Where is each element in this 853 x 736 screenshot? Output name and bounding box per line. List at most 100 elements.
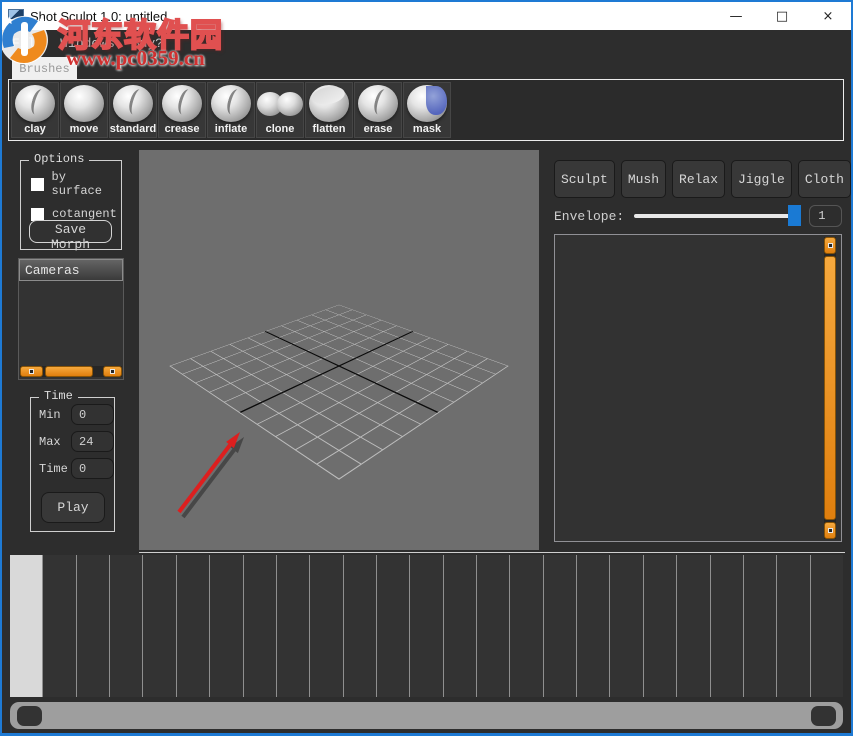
viewport-3d[interactable] xyxy=(139,150,539,550)
checkbox-cotangent[interactable] xyxy=(31,208,44,221)
timeline-scroll-left-button[interactable] xyxy=(17,706,42,726)
brushes-toolbar: clay movestandardcrease inflate clone flatte… xyxy=(8,79,844,141)
timeline-frame-18[interactable] xyxy=(610,555,643,697)
envelope-row: Envelope: 1 xyxy=(554,204,842,228)
timeline-frame-17[interactable] xyxy=(577,555,610,697)
relax-button[interactable]: Relax xyxy=(672,160,725,198)
time-field[interactable]: 0 xyxy=(71,458,114,479)
timeline-frame-12[interactable] xyxy=(410,555,443,697)
menu-item-file[interactable]: File xyxy=(12,36,43,51)
jiggle-button[interactable]: Jiggle xyxy=(731,160,792,198)
time-group: Time Min0Max24Time0 Play xyxy=(30,397,115,532)
max-field[interactable]: 24 xyxy=(71,431,114,452)
timeline-frame-24[interactable] xyxy=(811,555,843,697)
menu-item-windows[interactable]: Windows xyxy=(60,36,115,51)
timeline-frame-19[interactable] xyxy=(644,555,677,697)
brush-label: inflate xyxy=(215,123,247,135)
brush-erase-button[interactable]: erase xyxy=(354,82,402,138)
timeline-divider xyxy=(139,552,845,553)
listbox-scroll-down-button[interactable] xyxy=(824,522,836,539)
brush-clay-button[interactable]: clay xyxy=(11,82,59,138)
erase-brush-icon xyxy=(358,85,398,122)
tab-brushes[interactable]: Brushes xyxy=(12,57,77,81)
listbox-scroll-thumb[interactable] xyxy=(824,256,836,520)
timeline-frame-3[interactable] xyxy=(110,555,143,697)
timeline-frame-13[interactable] xyxy=(444,555,477,697)
cameras-scroll-track[interactable] xyxy=(95,366,101,377)
timeline-frame-5[interactable] xyxy=(177,555,210,697)
timeline-frame-22[interactable] xyxy=(744,555,777,697)
timeline-frame-10[interactable] xyxy=(344,555,377,697)
close-button[interactable]: × xyxy=(805,2,851,30)
timeline-frame-23[interactable] xyxy=(777,555,810,697)
time-row-time: Time 0 xyxy=(39,458,114,479)
timeline-scroll-right-button[interactable] xyxy=(811,706,836,726)
timeline-frame-9[interactable] xyxy=(310,555,343,697)
sculpt-button[interactable]: Sculpt xyxy=(554,160,615,198)
cameras-list[interactable] xyxy=(19,281,123,366)
checkbox-label: by surface xyxy=(52,170,121,198)
brush-label: clay xyxy=(24,123,45,135)
timeline-frame-1[interactable] xyxy=(43,555,76,697)
brush-flatten-button[interactable]: flatten xyxy=(305,82,353,138)
timeline-frame-11[interactable] xyxy=(377,555,410,697)
time-fields: Min0Max24Time0 xyxy=(31,404,114,479)
timeline-frame-4[interactable] xyxy=(143,555,176,697)
cameras-scroll-thumb[interactable] xyxy=(45,366,93,377)
mush-button[interactable]: Mush xyxy=(621,160,666,198)
standard-brush-icon xyxy=(113,85,153,122)
brush-label: standard xyxy=(110,123,156,135)
time-field-label: Time xyxy=(39,462,67,476)
window-controls: —□× xyxy=(713,2,851,30)
red-arrow-annotation xyxy=(139,150,539,550)
timeline-frame-15[interactable] xyxy=(510,555,543,697)
scroll-grip-icon xyxy=(828,243,833,248)
menubar: File Windows Buy? xyxy=(2,30,851,56)
checkbox-row-by-surface: by surface xyxy=(31,170,121,198)
timeline-frame-2[interactable] xyxy=(77,555,110,697)
min-field[interactable]: 0 xyxy=(71,404,114,425)
envelope-slider-handle[interactable] xyxy=(788,205,801,226)
timeline-frame-8[interactable] xyxy=(277,555,310,697)
save-morph-button[interactable]: Save Morph xyxy=(29,220,112,243)
timeline-frame-14[interactable] xyxy=(477,555,510,697)
app-window: Shot Sculpt 1.0: untitled —□× File Window… xyxy=(0,0,853,736)
app-icon xyxy=(8,9,24,23)
cameras-header[interactable]: Cameras xyxy=(19,259,123,281)
morph-listbox[interactable] xyxy=(554,234,842,542)
brush-crease-mark xyxy=(224,87,244,116)
timeline-frame-0[interactable] xyxy=(10,555,43,697)
timeline-frame-20[interactable] xyxy=(677,555,710,697)
timeline-frame-6[interactable] xyxy=(210,555,243,697)
timeline-frame-16[interactable] xyxy=(544,555,577,697)
clone-brush-icon xyxy=(260,85,300,122)
cameras-scroll-left-button[interactable] xyxy=(20,366,43,377)
window-title: Shot Sculpt 1.0: untitled xyxy=(30,9,167,24)
cameras-panel: Cameras xyxy=(18,258,124,380)
envelope-value-field[interactable]: 1 xyxy=(809,205,842,227)
brush-standard-button[interactable]: standard xyxy=(109,82,157,138)
clay-brush-icon xyxy=(15,85,55,122)
time-row-min: Min0 xyxy=(39,404,114,425)
brush-label: clone xyxy=(266,123,295,135)
checkbox-row-cotangent: cotangent xyxy=(31,207,121,221)
brush-move-button[interactable]: move xyxy=(60,82,108,138)
cloth-button[interactable]: Cloth xyxy=(798,160,851,198)
brush-crease-button[interactable]: crease xyxy=(158,82,206,138)
checkbox-by-surface[interactable] xyxy=(31,178,44,191)
menu-item-buy[interactable]: Buy? xyxy=(132,36,163,51)
timeline-frame-21[interactable] xyxy=(711,555,744,697)
minimize-button[interactable]: — xyxy=(713,2,759,30)
brush-clone-button[interactable]: clone xyxy=(256,82,304,138)
timeline-scrollbar[interactable] xyxy=(10,702,843,729)
timeline-frame-7[interactable] xyxy=(244,555,277,697)
cameras-scroll-right-button[interactable] xyxy=(103,366,122,377)
play-button[interactable]: Play xyxy=(41,492,105,523)
brush-inflate-button[interactable]: inflate xyxy=(207,82,255,138)
brush-mask-button[interactable]: mask xyxy=(403,82,451,138)
listbox-scroll-up-button[interactable] xyxy=(824,237,836,254)
envelope-slider-track[interactable] xyxy=(634,214,797,218)
timeline-frames xyxy=(10,555,843,697)
maximize-button[interactable]: □ xyxy=(759,2,805,30)
checkbox-label: cotangent xyxy=(52,207,117,221)
